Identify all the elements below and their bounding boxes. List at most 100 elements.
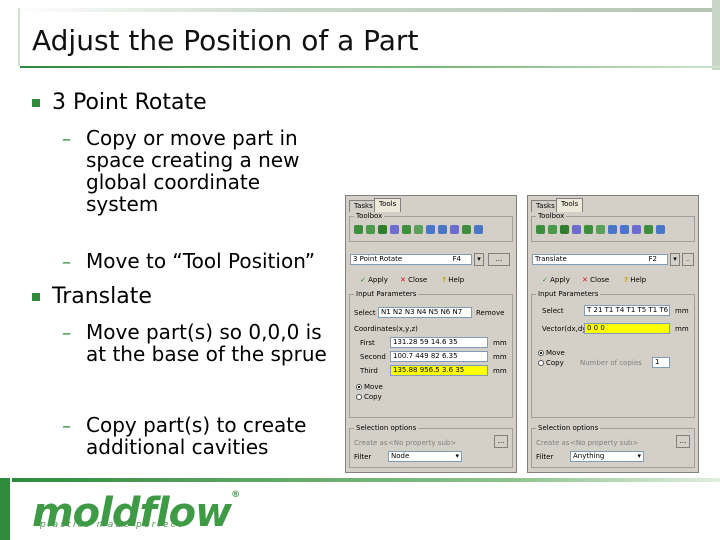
toolbox-tool-icon[interactable] [656,225,665,234]
toolbox-group: Toolbox [531,212,695,242]
three-point-rotate-panel: Tasks Tools Toolbox 3 Point Rotate F4 ▾ … [345,195,517,473]
unit-label: mm [493,339,507,347]
help-icon: ? [442,276,447,284]
toolbox-tool-icon[interactable] [354,225,363,234]
toolbox-group: Toolbox [349,212,513,242]
toolbox-tool-icon[interactable] [548,225,557,234]
copies-input[interactable]: 1 [652,357,670,368]
sub-bullet-dash: – [62,252,71,273]
second-point-input[interactable]: 100.7 449 82 6.35 [390,351,488,362]
toolbox-tool-icon[interactable] [366,225,375,234]
apply-button[interactable]: ✓ Apply [542,276,570,285]
tab-tools[interactable]: Tools [374,198,402,212]
filter-dropdown[interactable]: Anything ▾ [570,451,644,462]
apply-button[interactable]: ✓ Apply [360,276,388,285]
toolbox-tool-icon[interactable] [474,225,483,234]
corner-accent [712,0,720,70]
bullet-marker [32,99,40,107]
toolbox-tool-icon[interactable] [632,225,641,234]
toolbox-tool-icon[interactable] [536,225,545,234]
filter-label: Filter [536,453,554,461]
copy-radio[interactable]: Copy [538,359,564,368]
tab-tools[interactable]: Tools [556,198,584,212]
chevron-down-icon[interactable]: ▾ [474,253,484,266]
filter-dropdown[interactable]: Node ▾ [388,451,462,462]
close-icon: ✕ [400,276,406,284]
toolbox-tool-icon[interactable] [426,225,435,234]
selection-options-group: Selection options Create as <No property… [349,424,513,468]
filter-label: Filter [354,453,372,461]
help-button[interactable]: ? Help [624,276,646,285]
chevron-down-icon: ▾ [455,452,459,460]
sub-bullet-move-origin: Move part(s) so 0,0,0 is at the base of … [86,320,327,366]
more-button[interactable]: . [682,253,694,266]
toolbox-tool-icon[interactable] [378,225,387,234]
unit-label: mm [493,367,507,375]
toolbox-tool-icon[interactable] [462,225,471,234]
toolbox-tool-icon[interactable] [608,225,617,234]
remove-button[interactable]: Remove [476,309,504,318]
check-icon: ✓ [360,276,366,284]
sub-bullet-dash: – [62,416,71,437]
footer-accent [0,478,10,540]
copies-label: Number of copies [580,359,642,367]
create-as-more-button[interactable]: ... [676,435,690,448]
create-as-more-button[interactable]: ... [494,435,508,448]
input-parameters-label: Input Parameters [536,290,601,298]
chevron-down-icon[interactable]: ▾ [670,253,680,266]
coordinates-label: Coordinates(x,y,z) [354,325,418,333]
toolbox-tool-icon[interactable] [402,225,411,234]
toolbox-tool-icon[interactable] [438,225,447,234]
sub-bullet-dash: – [62,129,71,150]
close-button[interactable]: ✕ Close [582,276,609,285]
select-input[interactable]: T 21 T1 T4 T1 T5 T1 T6 [584,305,670,316]
first-point-input[interactable]: 131.28 59 14.6 35 [390,337,488,348]
create-as-value: <No property sub> [388,439,457,447]
toolbox-tool-icon[interactable] [450,225,459,234]
logo-tagline: plastics made perfect [40,520,184,530]
toolbox-tool-icon[interactable] [644,225,653,234]
bullet-translate: Translate [52,284,152,309]
unit-label: mm [675,307,689,315]
selection-options-label: Selection options [354,424,419,432]
copy-radio[interactable]: Copy [356,393,382,402]
bullet-marker [32,293,40,301]
more-button[interactable]: ... [488,253,510,266]
toolbox-tool-icon[interactable] [620,225,629,234]
second-label: Second [360,353,386,361]
toolbox-label: Toolbox [536,212,567,220]
toolbox-tool-icon[interactable] [596,225,605,234]
select-label: Select [542,307,564,315]
bullet-3-point-rotate: 3 Point Rotate [52,90,207,115]
create-as-label: Create as [354,439,388,447]
move-radio[interactable]: Move [538,349,565,358]
close-icon: ✕ [582,276,588,284]
footer-rule [12,478,720,482]
third-point-input[interactable]: 135.88 956.5 3.6 35 [390,365,488,376]
vector-input[interactable]: 0 0 0 [584,323,670,334]
toolbox-tool-icon[interactable] [414,225,423,234]
move-radio[interactable]: Move [356,383,383,392]
toolbox-label: Toolbox [354,212,385,220]
toolbox-tool-icon[interactable] [560,225,569,234]
unit-label: mm [493,353,507,361]
input-parameters-group: Input Parameters Select N1 N2 N3 N4 N5 N… [349,290,513,418]
tool-select-dropdown[interactable]: 3 Point Rotate F4 [350,254,472,265]
help-icon: ? [624,276,629,284]
toolbox-tool-icon[interactable] [572,225,581,234]
selection-options-label: Selection options [536,424,601,432]
sub-bullet-copy-cavities: Copy part(s) to create additional caviti… [86,413,307,459]
page-title: Adjust the Position of a Part [32,24,419,57]
third-label: Third [360,367,378,375]
title-rule [20,66,720,68]
close-button[interactable]: ✕ Close [400,276,427,285]
sub-bullet-dash: – [62,323,71,344]
title-frame-top [14,8,714,12]
help-button[interactable]: ? Help [442,276,464,285]
toolbox-tool-icon[interactable] [584,225,593,234]
tool-select-dropdown[interactable]: Translate F2 [532,254,668,265]
chevron-down-icon: ▾ [637,452,641,460]
toolbox-tool-icon[interactable] [390,225,399,234]
select-input[interactable]: N1 N2 N3 N4 N5 N6 N7 [378,307,472,318]
sub-bullet-copy-move: Copy or move part in space creating a ne… [86,126,300,216]
